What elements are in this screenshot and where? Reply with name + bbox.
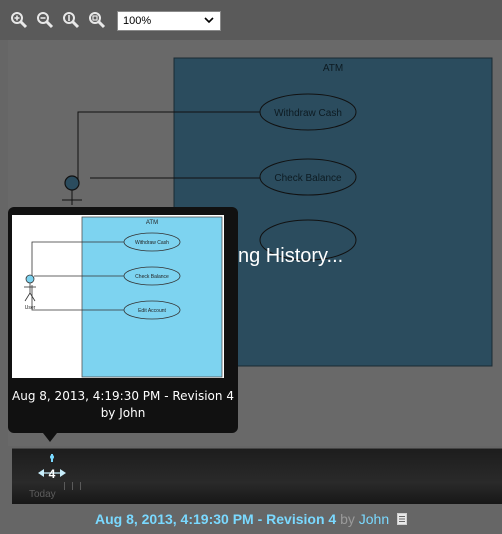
timeline-tick xyxy=(72,482,73,490)
revision-marker[interactable]: 4 xyxy=(34,454,70,486)
revision-thumbnail[interactable]: ATM User Withdraw Cash Check Balance Edi… xyxy=(12,215,224,378)
chevron-down-icon xyxy=(204,17,214,24)
use-case-label: Check Balance xyxy=(274,173,342,184)
thumb-actor-label: User xyxy=(25,305,36,311)
popup-revision-text: Aug 8, 2013, 4:19:30 PM - Revision 4 xyxy=(12,389,234,403)
zoom-out-icon[interactable] xyxy=(36,11,54,29)
use-case-label: Withdraw Cash xyxy=(274,108,342,119)
status-by-text: by xyxy=(340,511,355,527)
zoom-actual-icon[interactable] xyxy=(62,11,80,29)
actor-head[interactable] xyxy=(64,175,80,191)
zoom-level-select[interactable]: 100% xyxy=(117,11,221,31)
thumb-use-case-label: Check Balance xyxy=(135,274,169,280)
status-revision-text: Aug 8, 2013, 4:19:30 PM - Revision 4 xyxy=(94,511,337,527)
thumb-use-case-label: Edit Account xyxy=(138,308,166,314)
boundary-title: ATM xyxy=(323,63,343,74)
zoom-fit-icon[interactable] xyxy=(88,11,106,29)
revision-status-bar: Aug 8, 2013, 4:19:30 PM - Revision 4 by … xyxy=(0,504,502,534)
loading-history-text: ng History... xyxy=(238,245,344,267)
toolbar: 100% xyxy=(0,0,502,40)
status-author[interactable]: John xyxy=(359,511,389,527)
thumb-use-case-label: Withdraw Cash xyxy=(135,240,169,246)
zoom-level-value: 100% xyxy=(123,15,152,27)
timeline-tick xyxy=(80,482,81,490)
thumb-actor-head xyxy=(25,274,35,284)
zoom-in-icon[interactable] xyxy=(10,11,28,29)
today-label: Today xyxy=(29,489,56,500)
popup-author-text: by John xyxy=(100,406,146,420)
popup-pointer xyxy=(43,433,57,442)
popup-caption: Aug 8, 2013, 4:19:30 PM - Revision 4 by … xyxy=(8,388,238,422)
revision-timeline[interactable]: Today xyxy=(12,448,502,505)
document-icon[interactable] xyxy=(397,513,408,525)
thumb-boundary-title: ATM xyxy=(146,220,158,226)
thumbnail-diagram: ATM User Withdraw Cash Check Balance Edi… xyxy=(12,215,224,378)
revision-number: 4 xyxy=(49,467,56,481)
